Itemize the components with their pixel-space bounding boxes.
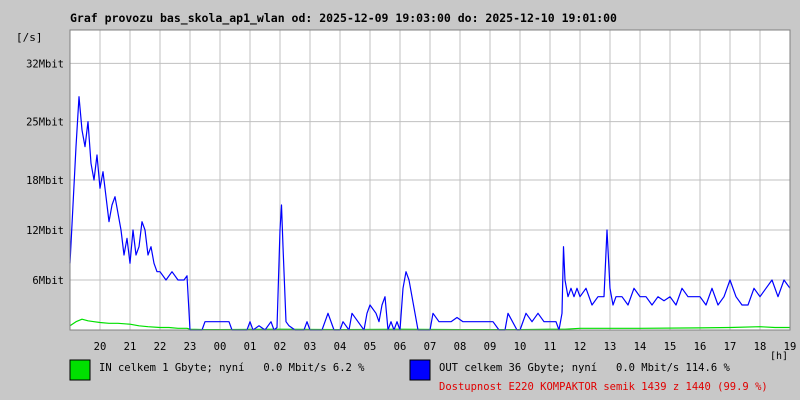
x-tick-label: 20	[94, 341, 107, 353]
x-tick-label: 16	[694, 341, 707, 353]
availability-text: Dostupnost E220 KOMPAKTOR semik 1439 z 1…	[439, 381, 768, 393]
x-tick-label: 03	[304, 341, 317, 353]
x-tick-label: 13	[604, 341, 617, 353]
x-tick-label: 07	[424, 341, 437, 353]
x-tick-label: 08	[454, 341, 467, 353]
x-tick-label: 21	[124, 341, 137, 353]
x-tick-label: 02	[274, 341, 287, 353]
x-tick-label: 17	[724, 341, 737, 353]
traffic-chart: Graf provozu bas_skola_ap1_wlan od: 2025…	[0, 0, 800, 400]
x-tick-label: 10	[514, 341, 527, 353]
x-tick-label: 14	[634, 341, 647, 353]
out-legend-swatch	[409, 359, 431, 381]
x-tick-label: 23	[184, 341, 197, 353]
x-tick-label: 09	[484, 341, 497, 353]
y-tick-label: 25Mbit	[26, 117, 64, 129]
x-tick-label: 19	[784, 341, 797, 353]
y-tick-label: 6Mbit	[32, 275, 64, 287]
x-tick-label: 12	[574, 341, 587, 353]
y-tick-label: 12Mbit	[26, 225, 64, 237]
x-tick-label: 01	[244, 341, 257, 353]
x-tick-label: 06	[394, 341, 407, 353]
y-axis-unit-label: [/s]	[16, 31, 43, 44]
in-legend-text: IN celkem 1 Gbyte; nyní 0.0 Mbit/s 6.2 %	[99, 362, 365, 374]
in-legend-swatch	[69, 359, 91, 381]
x-tick-label: 04	[334, 341, 347, 353]
out-legend-text: OUT celkem 36 Gbyte; nyní 0.0 Mbit/s 114…	[439, 362, 730, 374]
x-tick-label: 22	[154, 341, 167, 353]
y-tick-label: 32Mbit	[26, 58, 64, 70]
x-tick-label: 18	[754, 341, 767, 353]
x-tick-label: 11	[544, 341, 557, 353]
x-tick-label: 05	[364, 341, 377, 353]
x-tick-label: 15	[664, 341, 677, 353]
x-tick-label: 00	[214, 341, 227, 353]
chart-title: Graf provozu bas_skola_ap1_wlan od: 2025…	[70, 11, 617, 26]
y-tick-label: 18Mbit	[26, 175, 64, 187]
